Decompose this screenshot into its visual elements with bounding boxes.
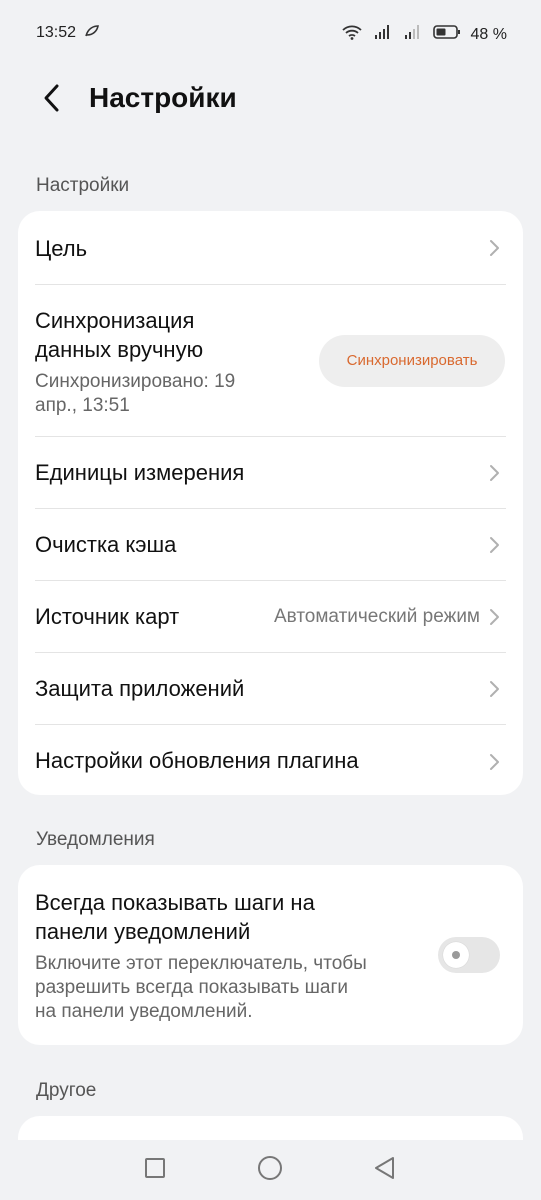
settings-item-units[interactable]: Единицы измерения <box>35 437 506 509</box>
back-nav-button[interactable] <box>371 1156 399 1184</box>
item-label: Единицы измерения <box>35 460 245 485</box>
settings-item-app-protection[interactable]: Защита приложений <box>35 653 506 725</box>
settings-item-plugin-update[interactable]: Настройки обновления плагина <box>35 725 506 798</box>
item-label: Настройки обновления плагина <box>35 748 359 773</box>
chevron-right-icon <box>485 753 503 771</box>
battery-icon <box>432 24 461 45</box>
wifi-icon <box>341 24 363 45</box>
battery-percent: 48 % <box>470 25 507 43</box>
notif-desc-line3: на панели уведомлений. <box>35 1001 253 1022</box>
settings-item-goal[interactable]: Цель <box>35 211 506 285</box>
settings-item-manual-sync: Синхронизация данных вручную Синхронизир… <box>35 285 506 437</box>
page-title: Настройки <box>89 82 237 113</box>
item-label: Очистка кэша <box>35 532 177 557</box>
notif-title-line1: Всегда показывать шаги на <box>35 890 315 915</box>
signal-icon <box>373 24 393 45</box>
status-time: 13:52 <box>36 24 77 41</box>
item-label: Источник карт <box>35 604 180 629</box>
chevron-right-icon <box>485 608 503 626</box>
chevron-left-icon <box>42 83 62 118</box>
toggle-knob <box>443 942 469 968</box>
chevron-right-icon <box>485 464 503 482</box>
status-bar: 13:52 48 % <box>0 0 541 66</box>
item-label: Цель <box>35 236 88 261</box>
settings-card: Цель Синхронизация данных вручную Синхро… <box>18 211 523 795</box>
sync-title-line1: Синхронизация <box>35 308 195 333</box>
recent-apps-button[interactable] <box>141 1156 169 1184</box>
leaf-icon <box>84 24 99 42</box>
square-icon <box>144 1157 166 1184</box>
notif-desc-line1: Включите этот переключатель, чтобы <box>35 953 367 974</box>
system-nav-bar <box>0 1140 541 1200</box>
sync-title-line2: данных вручную <box>35 337 204 362</box>
back-button[interactable] <box>36 84 68 116</box>
settings-item-map-source[interactable]: Источник карт Автоматический режим <box>35 581 506 653</box>
show-steps-toggle[interactable] <box>438 937 500 973</box>
notifications-card: Всегда показывать шаги на панели уведомл… <box>18 865 523 1045</box>
settings-item-clear-cache[interactable]: Очистка кэша <box>35 509 506 581</box>
app-header: Настройки <box>0 70 541 130</box>
circle-icon <box>257 1155 283 1186</box>
chevron-right-icon <box>485 536 503 554</box>
section-label-other: Другое <box>36 1080 97 1101</box>
sync-button[interactable]: Синхронизировать <box>319 334 505 387</box>
notif-title-line2: панели уведомлений <box>35 919 251 944</box>
item-label: Защита приложений <box>35 676 245 701</box>
chevron-right-icon <box>485 680 503 698</box>
section-label-settings: Настройки <box>36 175 130 196</box>
notification-steps-item: Всегда показывать шаги на панели уведомл… <box>35 865 506 1045</box>
chevron-right-icon <box>485 239 503 257</box>
sync-status-line2: апр., 13:51 <box>35 395 130 416</box>
home-button[interactable] <box>256 1155 284 1186</box>
triangle-back-icon <box>373 1156 397 1185</box>
map-source-value: Автоматический режим <box>273 605 480 627</box>
signal-icon <box>403 24 423 45</box>
notif-desc-line2: разрешить всегда показывать шаги <box>35 977 349 998</box>
sync-status-line1: Синхронизировано: 19 <box>35 371 236 392</box>
section-label-notifications: Уведомления <box>36 829 155 850</box>
